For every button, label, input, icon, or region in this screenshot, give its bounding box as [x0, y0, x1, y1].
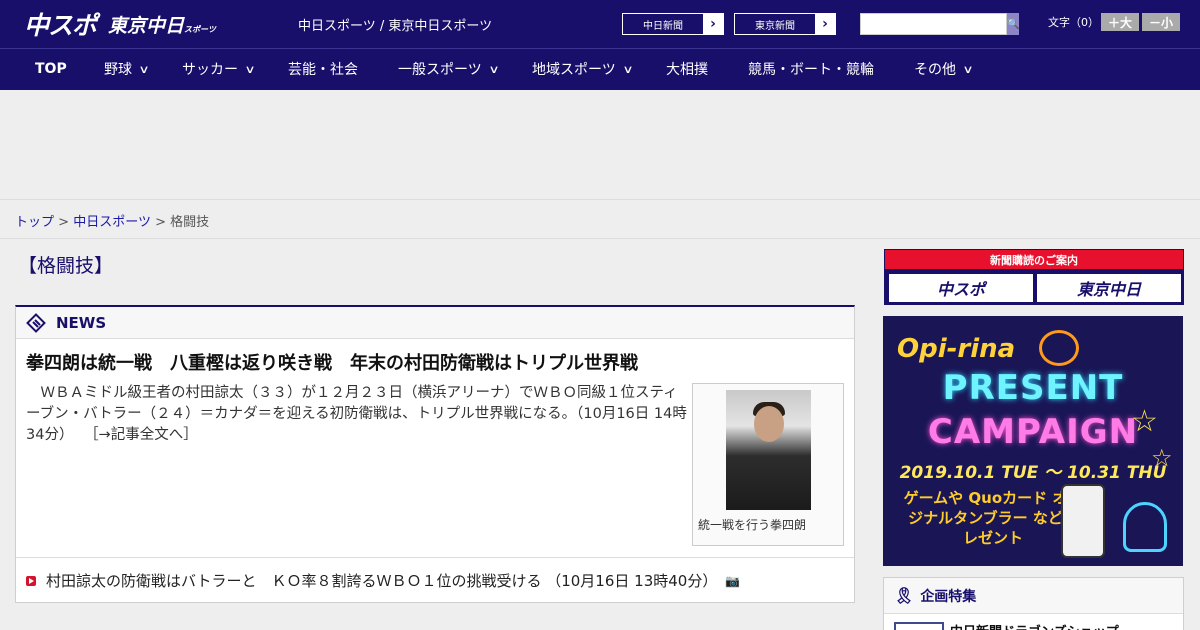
main-nav: TOP 野球 ∨ サッカー ∨ 芸能・社会 一般スポーツ ∨ 地域スポーツ ∨ 大相撲 …	[0, 48, 1200, 90]
star-icon: ☆	[1131, 404, 1158, 439]
search-button[interactable]: 🔍	[1007, 13, 1020, 35]
chevron-down-icon: ∨	[138, 62, 150, 76]
nav-item-soccer[interactable]: サッカー ∨	[182, 49, 256, 89]
news-icon	[26, 312, 46, 333]
chevron-down-icon: ∨	[244, 62, 256, 76]
ribbon-icon: 🎗	[894, 586, 915, 605]
tokyo-shimbun-button[interactable]: 東京新聞 ›	[734, 13, 836, 35]
site-logo[interactable]: 中スポ 東京中日スポーツ	[24, 8, 216, 40]
site-links[interactable]: 中日スポーツ / 東京中日スポーツ	[298, 15, 492, 34]
news-lede: ＷＢＡミドル級王者の村田諒太（３３）が１２月２３日（横浜アリーナ）でＷＢＯ同級１…	[26, 383, 688, 446]
subscription-title: 新聞購読のご案内	[885, 250, 1183, 269]
feature-title: 企画特集	[920, 588, 977, 605]
font-size-label: 文字（0）	[1048, 16, 1099, 29]
nav-item-top[interactable]: TOP	[35, 49, 67, 89]
chunichi-shimbun-button[interactable]: 中日新聞 ›	[622, 13, 724, 35]
news-photo-caption: 統一戦を行う拳四朗	[698, 518, 807, 532]
news-section-title: NEWS	[56, 313, 107, 332]
news-photo[interactable]: 統一戦を行う拳四朗	[692, 383, 844, 546]
breadcrumb-top[interactable]: トップ	[15, 215, 54, 230]
promo-brand: Opi-rina	[897, 334, 1016, 364]
breadcrumb-separator: >	[58, 215, 70, 230]
promo-line1: PRESENT	[942, 368, 1124, 408]
play-bullet-icon	[26, 575, 36, 586]
promo-description: ゲームや Quoカード オリジナルタンブラー などプレゼント	[903, 489, 1083, 547]
nav-item-others[interactable]: その他 ∨	[914, 49, 974, 89]
news-photo-image	[726, 390, 811, 510]
feature-thumbnail[interactable]	[894, 622, 944, 630]
feature-section: 🎗 企画特集 中日新聞ドラゴンズショップ	[883, 577, 1184, 630]
nav-item-racing[interactable]: 競馬・ボート・競輪	[748, 49, 874, 89]
feature-header: 🎗 企画特集	[884, 578, 1183, 614]
nav-item-regional-sports[interactable]: 地域スポーツ ∨	[532, 49, 634, 89]
nav-item-sumo[interactable]: 大相撲	[666, 49, 708, 89]
breadcrumb-chunichi-sports[interactable]: 中日スポーツ	[73, 215, 151, 230]
chevron-down-icon: ∨	[622, 62, 634, 76]
star-icon: ☆	[1151, 444, 1173, 472]
ad-space	[0, 90, 1200, 200]
breadcrumb-current: 格闘技	[170, 215, 210, 230]
search-input[interactable]	[860, 13, 1007, 35]
search-icon: 🔍	[1007, 18, 1020, 30]
breadcrumb: トップ > 中日スポーツ > 格闘技	[0, 201, 1200, 239]
chevron-down-icon: ∨	[488, 62, 500, 76]
news-list-item-text: 村田諒太の防衛戦はバトラーと ＫＯ率８割誇るＷＢＯ１位の挑戦受ける （10月16…	[46, 572, 718, 590]
news-headline[interactable]: 拳四朗は統一戦 八重樫は返り咲き戦 年末の村田防衛戦はトリプル世界戦	[26, 349, 638, 375]
news-section: NEWS 拳四朗は統一戦 八重樫は返り咲き戦 年末の村田防衛戦はトリプル世界戦 …	[15, 305, 855, 603]
breadcrumb-separator: >	[155, 215, 166, 230]
news-list-item[interactable]: 村田諒太の防衛戦はバトラーと ＫＯ率８割誇るＷＢＯ１位の挑戦受ける （10月16…	[16, 557, 854, 603]
camera-icon: 📷	[725, 573, 741, 588]
chevron-right-icon: ›	[815, 14, 835, 34]
search-box: 🔍	[860, 13, 1020, 35]
nav-item-baseball[interactable]: 野球 ∨	[104, 49, 150, 89]
subscribe-tokyo-chunichi-button[interactable]: 東京中日	[1037, 274, 1181, 302]
nav-item-general-sports[interactable]: 一般スポーツ ∨	[398, 49, 500, 89]
feature-item[interactable]: 中日新聞ドラゴンズショップ	[950, 621, 1119, 630]
page-title: 【格闘技】	[18, 255, 114, 277]
ghost-icon	[1123, 502, 1167, 552]
read-more-link[interactable]: ［→記事全文へ］	[84, 427, 198, 443]
logo-chusupo[interactable]: 中スポ	[24, 6, 97, 42]
chevron-right-icon: ›	[703, 14, 723, 34]
font-smaller-button[interactable]: －小	[1142, 13, 1180, 31]
chevron-down-icon: ∨	[962, 62, 974, 76]
top-header: 中スポ 東京中日スポーツ 中日スポーツ / 東京中日スポーツ 中日新聞 › 東京…	[0, 0, 1200, 48]
nav-item-entertainment[interactable]: 芸能・社会	[288, 49, 358, 89]
tumbler-image	[1061, 484, 1105, 558]
logo-tokyo-chunichi[interactable]: 東京中日スポーツ	[108, 11, 216, 38]
font-larger-button[interactable]: ＋大	[1101, 13, 1139, 31]
promo-banner[interactable]: Opi-rina PRESENT CAMPAIGN 2019.10.1 TUE …	[883, 316, 1183, 566]
subscribe-chusupo-button[interactable]: 中スポ	[889, 274, 1033, 302]
promo-dates: 2019.10.1 TUE 〜 10.31 THU	[899, 463, 1167, 483]
news-header: NEWS	[16, 307, 854, 339]
subscription-box: 新聞購読のご案内 中スポ 東京中日	[884, 249, 1184, 305]
